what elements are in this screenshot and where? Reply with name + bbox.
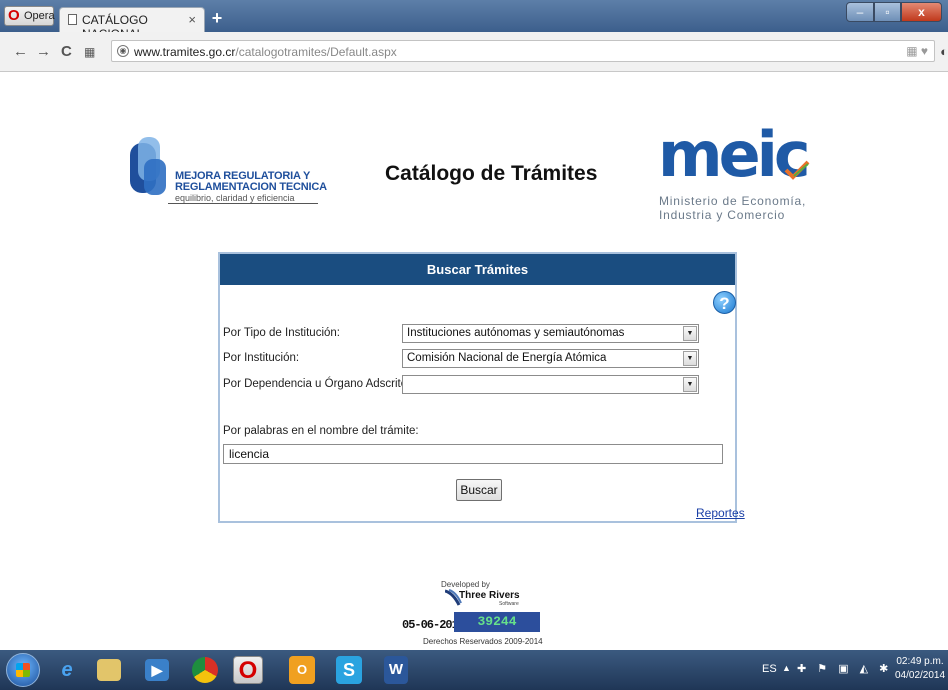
tray-icons[interactable]: ✚ ⚑ ▣ ◭ ✱ xyxy=(797,662,892,675)
institucion-select[interactable]: Comisión Nacional de Energía Atómica ▼ xyxy=(402,349,699,368)
address-bar-row: ← → C ▦ ◉ www.tramites.go.cr/catalogotra… xyxy=(0,32,948,72)
word-icon[interactable]: W xyxy=(384,656,408,684)
opera-logo-icon: O xyxy=(8,7,20,24)
outlook-icon[interactable]: O xyxy=(289,656,315,684)
visit-counter: 39244 xyxy=(454,612,540,632)
new-tab-button[interactable]: + xyxy=(208,9,226,27)
window-controls: – ▫ x xyxy=(846,2,942,22)
extension-icon[interactable]: ◐ xyxy=(940,44,948,59)
copyright-text: Derechos Reservados 2009-2014 xyxy=(423,637,543,646)
opera-menu-button[interactable]: O Opera xyxy=(4,6,55,26)
three-rivers-name: Three Rivers xyxy=(459,590,520,601)
mejora-logo-mark-icon xyxy=(130,137,166,195)
start-button[interactable] xyxy=(6,653,40,687)
windows-taskbar: e ▶ O O S W ES ▲ ✚ ⚑ ▣ ◭ ✱ 02:49 p.m. 04… xyxy=(0,650,948,690)
skype-icon[interactable]: S xyxy=(336,656,362,684)
forward-icon[interactable]: → xyxy=(36,43,51,60)
meic-subtitle-1: Ministerio de Economía, xyxy=(659,194,807,208)
url-text: www.tramites.go.cr/catalogotramites/Defa… xyxy=(134,45,397,59)
maximize-button[interactable]: ▫ xyxy=(874,2,901,22)
dependencia-select[interactable]: ▼ xyxy=(402,375,699,394)
internet-explorer-icon[interactable]: e xyxy=(52,656,82,684)
clock-time: 02:49 p.m. xyxy=(896,656,944,667)
three-rivers-sub: Software xyxy=(499,601,519,607)
chrome-icon[interactable] xyxy=(192,657,218,683)
speed-dial-icon[interactable]: ▦ xyxy=(84,45,95,59)
institucion-select-value: Comisión Nacional de Energía Atómica xyxy=(407,352,607,364)
mejora-underline xyxy=(168,203,318,204)
page-title: Catálogo de Trámites xyxy=(385,162,598,185)
back-icon[interactable]: ← xyxy=(13,43,28,60)
search-panel: Buscar Trámites ? Por Tipo de Institució… xyxy=(218,252,745,523)
mejora-regulatoria-logo: MEJORA REGULATORIA Y REGLAMENTACION TECN… xyxy=(128,133,328,205)
browser-tab-bar: O Opera CATÁLOGO NACIONAL × + – ▫ x xyxy=(0,0,948,41)
clock[interactable]: 02:49 p.m. 04/02/2014 xyxy=(895,655,945,683)
minimize-button[interactable]: – xyxy=(846,2,874,22)
opera-label: Opera xyxy=(24,10,55,22)
meic-logo: meic Ministerio de Economía, Industria y… xyxy=(658,120,818,230)
chevron-down-icon[interactable]: ▼ xyxy=(683,326,697,341)
mejora-line-2: REGLAMENTACION TECNICA xyxy=(175,181,327,193)
site-info-icon[interactable]: ◉ xyxy=(117,45,129,57)
palabras-input[interactable]: licencia xyxy=(223,444,723,464)
tab-close-icon[interactable]: × xyxy=(188,12,196,27)
reload-icon[interactable]: C xyxy=(61,43,72,60)
mejora-tagline: equilibrio, claridad y eficiencia xyxy=(175,193,295,203)
palabras-label: Por palabras en el nombre del trámite: xyxy=(223,425,419,437)
meic-check-icon xyxy=(784,160,810,180)
chevron-down-icon[interactable]: ▼ xyxy=(683,351,697,366)
url-input[interactable]: ◉ www.tramites.go.cr/catalogotramites/De… xyxy=(111,40,935,62)
clock-date: 04/02/2014 xyxy=(895,670,946,681)
language-indicator[interactable]: ES xyxy=(762,663,777,675)
tipo-select[interactable]: Instituciones autónomas y semiautónomas … xyxy=(402,324,699,343)
buscar-button[interactable]: Buscar xyxy=(456,479,502,501)
institucion-label: Por Institución: xyxy=(223,352,300,364)
close-window-button[interactable]: x xyxy=(901,2,942,22)
document-icon xyxy=(68,14,77,25)
meic-subtitle-2: Industria y Comercio xyxy=(659,208,786,222)
bookmark-heart-icon[interactable]: ▦ ♥ xyxy=(906,44,928,58)
media-player-icon[interactable]: ▶ xyxy=(145,659,169,681)
reportes-link[interactable]: Reportes xyxy=(696,506,745,520)
tipo-select-value: Instituciones autónomas y semiautónomas xyxy=(407,327,625,339)
help-icon[interactable]: ? xyxy=(713,291,736,314)
chevron-down-icon[interactable]: ▼ xyxy=(683,377,697,392)
panel-heading: Buscar Trámites xyxy=(220,254,735,285)
tab-catalogo[interactable]: CATÁLOGO NACIONAL × xyxy=(59,7,205,41)
opera-taskbar-icon[interactable]: O xyxy=(233,656,263,684)
show-hidden-icons-icon[interactable]: ▲ xyxy=(782,663,791,673)
file-explorer-icon[interactable] xyxy=(97,659,121,681)
dependencia-label: Por Dependencia u Órgano Adscrito: xyxy=(223,378,411,390)
tipo-label: Por Tipo de Institución: xyxy=(223,327,340,339)
